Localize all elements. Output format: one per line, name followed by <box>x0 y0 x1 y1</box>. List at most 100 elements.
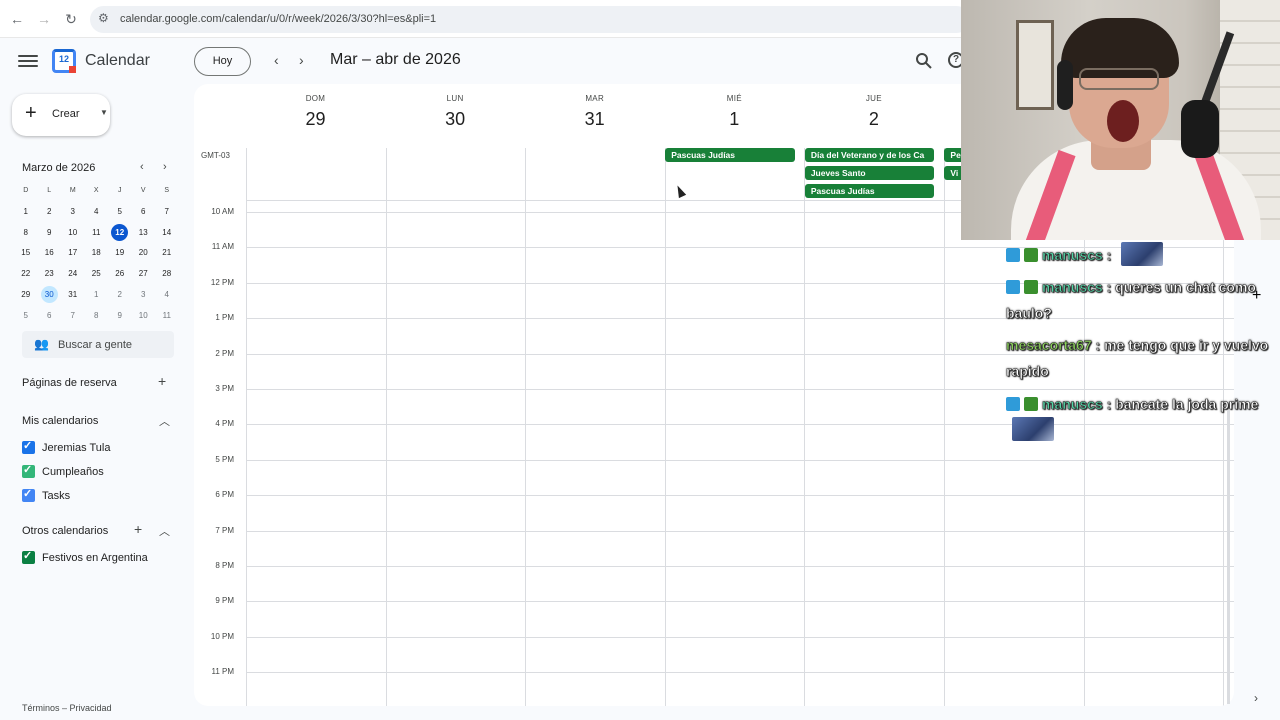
chevron-up-icon[interactable]: ︿ <box>159 413 170 429</box>
checkbox-checked-icon[interactable] <box>22 463 35 478</box>
expand-side-panel-icon[interactable]: › <box>1254 691 1258 705</box>
mini-day[interactable]: 19 <box>108 243 132 264</box>
mini-day[interactable]: 26 <box>108 264 132 285</box>
mini-day-number: 23 <box>44 269 54 279</box>
scrollbar[interactable] <box>1227 410 1230 704</box>
all-day-event[interactable]: Pascuas Judías <box>665 148 795 162</box>
checkbox-checked-icon[interactable] <box>22 439 35 454</box>
mini-day[interactable]: 29 <box>14 285 38 306</box>
mini-day[interactable]: 31 <box>61 285 85 306</box>
reload-icon[interactable]: ↻ <box>63 11 79 28</box>
mini-day[interactable]: 22 <box>14 264 38 285</box>
people-search-input[interactable]: 👥 Buscar a gente <box>22 331 174 358</box>
mini-day[interactable]: 9 <box>108 306 132 327</box>
mini-day[interactable]: 8 <box>85 306 109 327</box>
people-icon: 👥 <box>34 337 49 351</box>
date-range-title: Mar – abr de 2026 <box>330 51 461 68</box>
mini-day[interactable]: 4 <box>155 285 179 306</box>
other-calendars-title[interactable]: Otros calendarios <box>22 525 108 537</box>
mini-day[interactable]: 5 <box>108 202 132 223</box>
mini-day[interactable]: 3 <box>132 285 156 306</box>
mini-day[interactable]: 6 <box>38 306 62 327</box>
timezone-label: GMT-03 <box>201 151 230 160</box>
chat-username: manuscs <box>1042 279 1103 296</box>
mini-day[interactable]: 15 <box>14 243 38 264</box>
main-menu-icon[interactable] <box>18 52 38 70</box>
mini-day[interactable]: 8 <box>14 223 38 244</box>
search-icon[interactable] <box>915 52 933 70</box>
address-bar[interactable]: ⚙ calendar.google.com/calendar/u/0/r/wee… <box>90 6 970 33</box>
mini-day-number: 13 <box>138 227 148 237</box>
chevron-up-icon[interactable]: ︿ <box>159 523 170 539</box>
day-header[interactable]: MIÉ 1 <box>665 84 804 130</box>
mini-day[interactable]: 12 <box>108 223 132 244</box>
mini-day[interactable]: 4 <box>85 202 109 223</box>
checkbox-checked-icon[interactable] <box>22 549 35 564</box>
day-column-divider <box>525 148 527 706</box>
moderator-badge-icon <box>1006 280 1020 294</box>
all-day-event[interactable]: Jueves Santo <box>804 166 935 180</box>
mini-day-number: 9 <box>47 227 52 237</box>
mini-day[interactable]: 11 <box>155 306 179 327</box>
site-settings-icon[interactable]: ⚙ <box>98 11 109 25</box>
mini-day[interactable]: 24 <box>61 264 85 285</box>
mini-day[interactable]: 1 <box>85 285 109 306</box>
footer-links[interactable]: Términos – Privacidad <box>22 703 112 713</box>
mini-day[interactable]: 9 <box>38 223 62 244</box>
mini-day[interactable]: 2 <box>38 202 62 223</box>
hour-label: 4 PM <box>215 419 234 429</box>
day-header[interactable]: JUE 2 <box>804 84 943 130</box>
mini-day[interactable]: 13 <box>132 223 156 244</box>
mini-day[interactable]: 27 <box>132 264 156 285</box>
mini-day[interactable]: 25 <box>85 264 109 285</box>
hour-label: 10 AM <box>211 207 234 216</box>
mini-day[interactable]: 14 <box>155 223 179 244</box>
mini-day[interactable]: 23 <box>38 264 62 285</box>
mini-day[interactable]: 7 <box>155 202 179 223</box>
day-number[interactable]: 29 <box>246 109 385 130</box>
add-booking-page-icon[interactable]: + <box>158 373 166 389</box>
day-number[interactable]: 2 <box>804 109 943 130</box>
today-button[interactable]: Hoy <box>194 47 251 76</box>
mini-prev-month-icon[interactable]: ‹ <box>140 161 144 173</box>
booking-pages-title[interactable]: Páginas de reserva <box>22 377 117 389</box>
mini-next-month-icon[interactable]: › <box>163 161 167 173</box>
my-calendars-title[interactable]: Mis calendarios <box>22 415 98 427</box>
mini-day[interactable]: 18 <box>85 243 109 264</box>
previous-week-icon[interactable]: ‹ <box>274 52 279 68</box>
mini-day[interactable]: 2 <box>108 285 132 306</box>
mini-day-number: 3 <box>141 289 146 299</box>
mini-day-number: 10 <box>138 310 148 320</box>
day-number[interactable]: 31 <box>525 109 664 130</box>
mini-day[interactable]: 28 <box>155 264 179 285</box>
day-header[interactable]: DOM 29 <box>246 84 385 130</box>
next-week-icon[interactable]: › <box>299 52 304 68</box>
mini-day[interactable]: 11 <box>85 223 109 244</box>
mini-day[interactable]: 30 <box>38 285 62 306</box>
day-number[interactable]: 1 <box>665 109 804 130</box>
mini-day[interactable]: 6 <box>132 202 156 223</box>
arrow-right-icon[interactable]: → <box>36 11 52 27</box>
mini-day[interactable]: 10 <box>61 223 85 244</box>
mini-day[interactable]: 20 <box>132 243 156 264</box>
mini-day[interactable]: 3 <box>61 202 85 223</box>
mini-day[interactable]: 21 <box>155 243 179 264</box>
all-day-event[interactable]: Pascuas Judías <box>804 184 935 198</box>
chat-colon: : <box>1102 396 1116 413</box>
mini-day[interactable]: 1 <box>14 202 38 223</box>
day-header[interactable]: LUN 30 <box>386 84 525 130</box>
add-other-calendar-icon[interactable]: + <box>134 521 142 537</box>
mini-day[interactable]: 7 <box>61 306 85 327</box>
create-button[interactable]: + Crear ▼ <box>12 94 110 136</box>
arrow-left-icon[interactable]: ← <box>9 11 25 27</box>
mini-day[interactable]: 5 <box>14 306 38 327</box>
mini-day[interactable]: 16 <box>38 243 62 264</box>
day-header[interactable]: MAR 31 <box>525 84 664 130</box>
mini-day-number: 5 <box>23 310 28 320</box>
mini-day[interactable]: 17 <box>61 243 85 264</box>
chat-colon: : <box>1102 247 1116 264</box>
all-day-event[interactable]: Día del Veterano y de los Ca <box>804 148 935 162</box>
mini-day[interactable]: 10 <box>132 306 156 327</box>
checkbox-checked-icon[interactable] <box>22 487 35 502</box>
day-number[interactable]: 30 <box>386 109 525 130</box>
